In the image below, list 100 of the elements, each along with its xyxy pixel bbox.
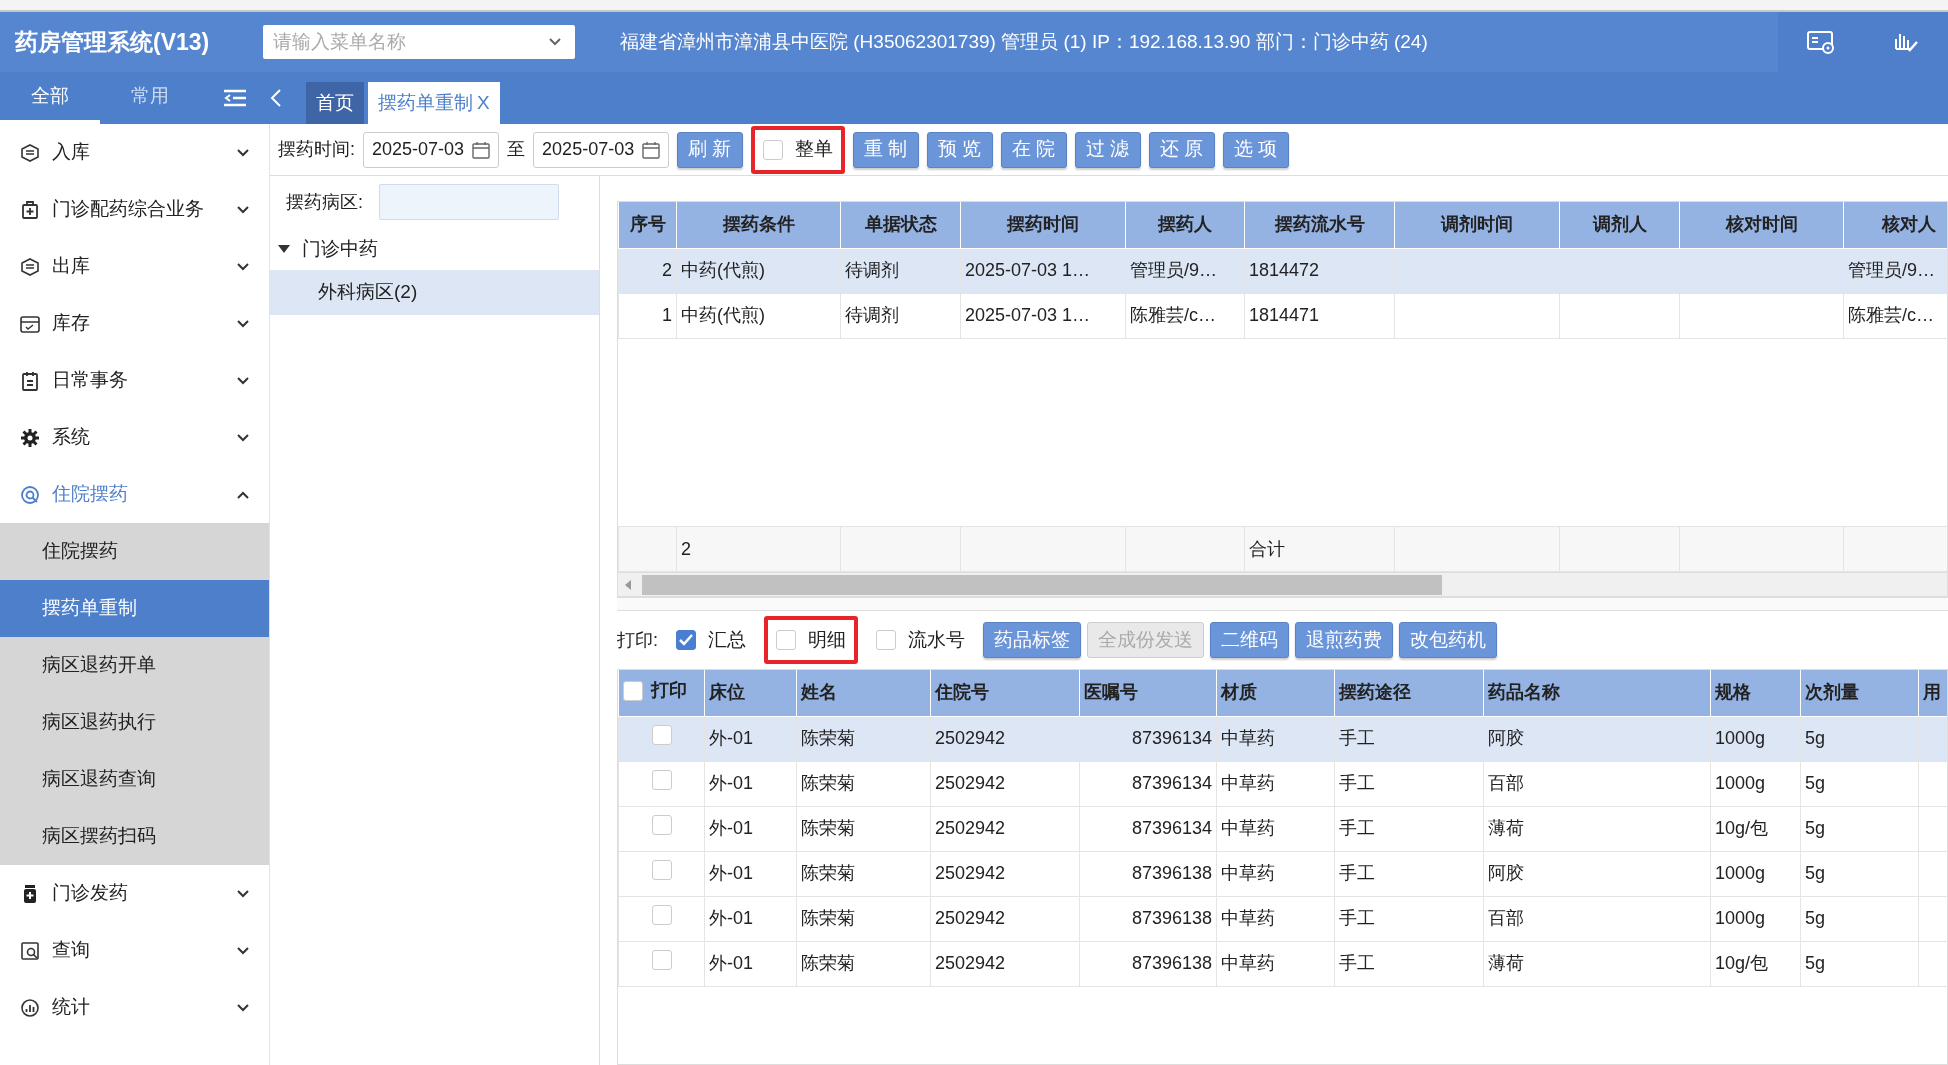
table-cell: 陈荣菊	[796, 896, 931, 941]
column-header[interactable]: 打印	[618, 670, 705, 716]
checkbox[interactable]	[776, 630, 796, 650]
target-icon	[20, 484, 40, 505]
chevron-down-icon[interactable]	[237, 376, 249, 385]
page-tab[interactable]: 首页	[306, 82, 364, 124]
column-header[interactable]: 调剂时间	[1394, 202, 1560, 248]
column-header[interactable]: 序号	[618, 202, 677, 248]
checkbox[interactable]	[651, 814, 672, 835]
column-header[interactable]: 医嘱号	[1079, 670, 1217, 716]
column-header[interactable]: 药品名称	[1483, 670, 1711, 716]
sidebar-item[interactable]: 入库	[0, 124, 269, 181]
checkbox[interactable]	[876, 630, 896, 650]
column-header[interactable]: 单据状态	[840, 202, 961, 248]
checkbox[interactable]	[651, 859, 672, 880]
column-header[interactable]: 摆药流水号	[1244, 202, 1395, 248]
column-header[interactable]: 规格	[1710, 670, 1801, 716]
submenu-item[interactable]: 病区退药执行	[0, 694, 269, 751]
id-card-icon[interactable]	[1807, 30, 1835, 54]
table-cell: 外-01	[704, 851, 797, 896]
sidebar-item[interactable]: 门诊配药综合业务	[0, 181, 269, 238]
checkbox[interactable]	[651, 949, 672, 970]
count-cell: 2	[676, 526, 841, 572]
checkbox-label: 明细	[808, 627, 846, 652]
column-header[interactable]: 核对人	[1843, 202, 1947, 248]
table-cell: 2025-07-03 1…	[960, 293, 1126, 338]
chevron-down-icon[interactable]	[237, 1003, 249, 1012]
menu-icon[interactable]	[224, 89, 246, 107]
chevron-down-icon[interactable]	[237, 433, 249, 442]
submenu-item[interactable]: 住院摆药	[0, 523, 269, 580]
table-cell: 5g	[1800, 761, 1919, 806]
submenu-item[interactable]: 病区退药开单	[0, 637, 269, 694]
column-header[interactable]: 摆药途径	[1334, 670, 1484, 716]
calendar-icon[interactable]	[642, 140, 661, 159]
column-header[interactable]: 核对时间	[1679, 202, 1844, 248]
calendar-icon[interactable]	[472, 140, 491, 159]
ward-field[interactable]	[379, 184, 559, 220]
sidebar-item[interactable]: 日常事务	[0, 352, 269, 409]
checkbox[interactable]	[651, 724, 672, 745]
sidebar-item[interactable]: 查询	[0, 922, 269, 979]
column-header[interactable]: 住院号	[930, 670, 1080, 716]
total-label: 合计	[1244, 526, 1395, 572]
table-cell: 87396134	[1079, 761, 1217, 806]
checkbox[interactable]	[651, 904, 672, 925]
chevron-down-icon[interactable]	[237, 148, 249, 157]
tree-node[interactable]: 门诊中药	[270, 228, 599, 270]
sidebar-item[interactable]: 门诊发药	[0, 865, 269, 922]
chevron-down-icon[interactable]	[237, 946, 249, 955]
column-header[interactable]: 床位	[704, 670, 797, 716]
close-tab-button[interactable]: X	[477, 91, 490, 113]
column-header[interactable]: 摆药条件	[676, 202, 841, 248]
submenu-item[interactable]: 病区退药查询	[0, 751, 269, 808]
table-cell: 百部	[1483, 896, 1711, 941]
sidebar-item[interactable]: 库存	[0, 295, 269, 352]
table-cell: 1814471	[1244, 293, 1395, 338]
sidebar-item[interactable]: 住院摆药	[0, 466, 269, 523]
submenu-item[interactable]: 病区摆药扫码	[0, 808, 269, 865]
table-cell: 1000g	[1710, 716, 1801, 761]
table-cell: 中草药	[1216, 896, 1335, 941]
table-cell: 87396138	[1079, 896, 1217, 941]
clipboard-icon	[20, 370, 40, 391]
chevron-down-icon[interactable]	[237, 319, 249, 328]
column-header[interactable]: 次剂量	[1800, 670, 1919, 716]
checkbox[interactable]	[651, 769, 672, 790]
chevron-down-icon[interactable]	[549, 38, 561, 46]
menu-search-field[interactable]: 请输入菜单名称	[263, 25, 575, 59]
checkbox[interactable]	[763, 139, 784, 160]
sidebar-tab[interactable]: 全部	[0, 72, 100, 124]
date-field[interactable]: 2025-07-03	[533, 131, 670, 168]
scrollbar[interactable]	[618, 572, 1947, 596]
checkbox[interactable]	[676, 630, 696, 650]
page-tab[interactable]: 摆药单重制 X	[368, 82, 500, 124]
sidebar-item[interactable]: 统计	[0, 979, 269, 1036]
column-header[interactable]: 调剂人	[1559, 202, 1680, 248]
caret-down-icon[interactable]	[278, 245, 290, 253]
date-label: 摆药时间:	[278, 138, 355, 161]
chevron-up-icon[interactable]	[237, 490, 249, 499]
table-cell: 5g	[1800, 851, 1919, 896]
table-cell: 中草药	[1216, 761, 1335, 806]
chevron-down-icon[interactable]	[237, 205, 249, 214]
column-header[interactable]: 摆药人	[1125, 202, 1245, 248]
tree-item[interactable]: 外科病区(2)	[270, 270, 599, 315]
scroll-left-icon[interactable]	[624, 579, 632, 590]
column-header[interactable]: 摆药时间	[960, 202, 1126, 248]
checkbox[interactable]	[623, 680, 643, 701]
print-label: 打印:	[617, 628, 658, 652]
column-header[interactable]: 材质	[1216, 670, 1335, 716]
chevron-down-icon[interactable]	[237, 889, 249, 898]
sidebar-item[interactable]: 系统	[0, 409, 269, 466]
submenu-item[interactable]: 摆药单重制	[0, 580, 269, 637]
chart-icon	[20, 997, 40, 1018]
date-field[interactable]: 2025-07-03	[363, 131, 500, 168]
sidebar-item[interactable]: 出库	[0, 238, 269, 295]
chevron-down-icon[interactable]	[237, 262, 249, 271]
table-cell: 手工	[1334, 851, 1484, 896]
table-cell: 中药(代煎)	[676, 293, 841, 338]
table-cell: 87396134	[1079, 716, 1217, 761]
column-header[interactable]: 用	[1918, 670, 1947, 716]
column-header[interactable]: 姓名	[796, 670, 931, 716]
table-cell: 5g	[1800, 716, 1919, 761]
